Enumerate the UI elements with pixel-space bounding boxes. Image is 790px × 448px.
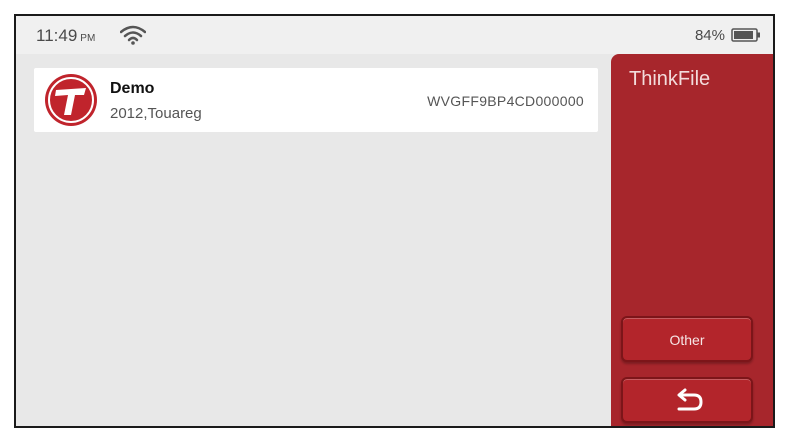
vehicle-list-area: Demo 2012,Touareg WVGFF9BP4CD000000	[16, 54, 612, 426]
status-time-value: 11:49	[36, 26, 78, 45]
status-time-ampm: PM	[80, 33, 96, 44]
vehicle-vin: WVGFF9BP4CD000000	[427, 93, 584, 109]
other-button-label: Other	[669, 332, 705, 348]
brand-logo-icon	[45, 74, 97, 126]
sidebar: ThinkFile Other	[611, 54, 773, 426]
sidebar-title: ThinkFile	[629, 68, 711, 90]
back-button[interactable]	[621, 377, 753, 423]
battery-icon	[731, 28, 760, 42]
battery-percentage: 84%	[694, 27, 725, 44]
app-screen: 11:49 PM 84% Demo 2012,Touareg WVGFF9BP4C…	[14, 14, 775, 428]
vehicle-details: 2012,Touareg	[110, 105, 202, 122]
other-button[interactable]: Other	[621, 316, 753, 362]
status-bar: 11:49 PM 84%	[16, 16, 773, 54]
vehicle-name: Demo	[110, 80, 155, 97]
back-arrow-icon	[677, 388, 703, 411]
vehicle-list-item[interactable]: Demo 2012,Touareg WVGFF9BP4CD000000	[34, 68, 598, 132]
status-time: 11:49 PM	[36, 26, 95, 46]
wifi-icon	[120, 25, 146, 45]
